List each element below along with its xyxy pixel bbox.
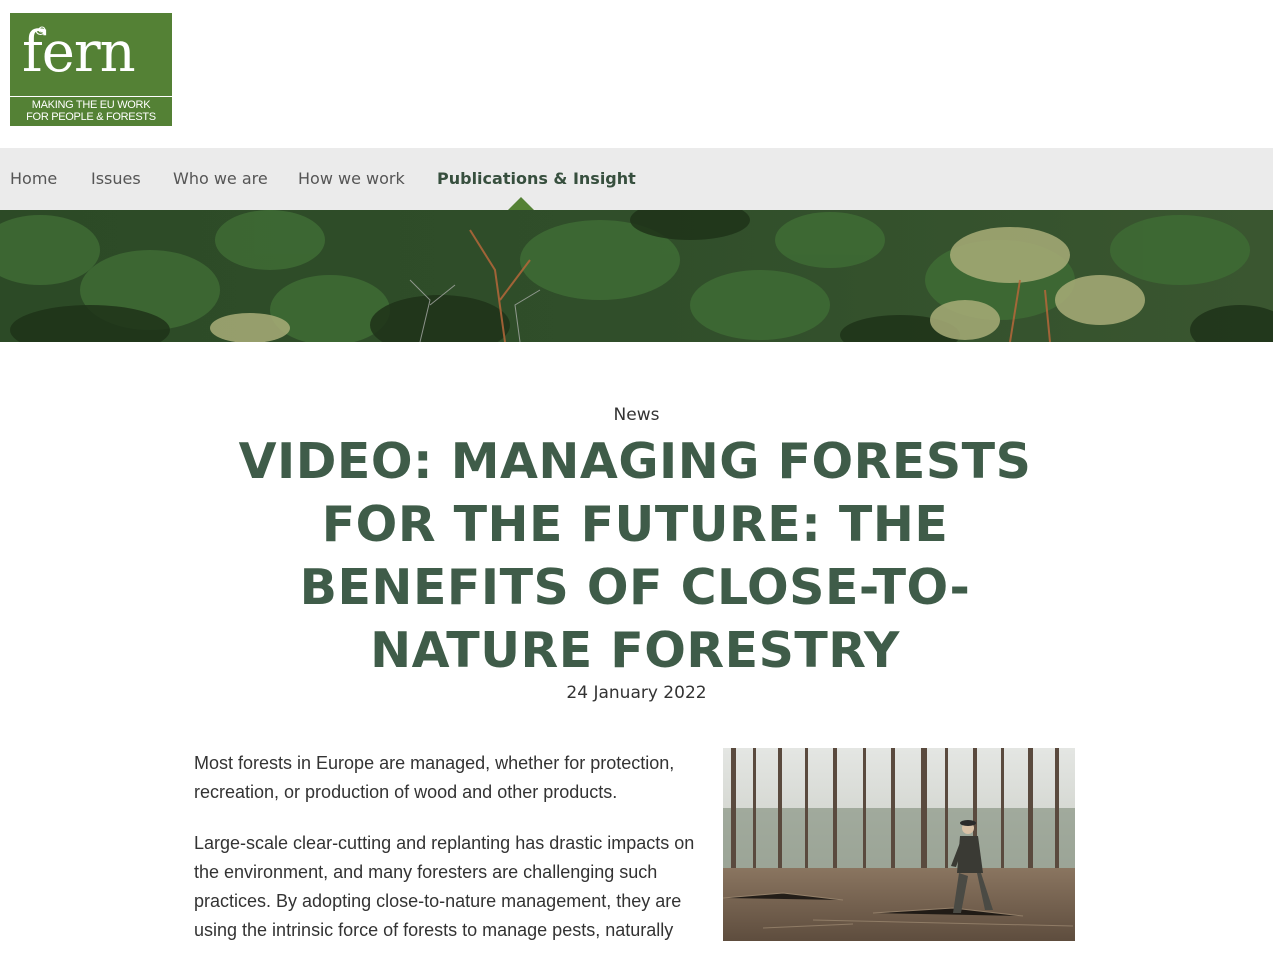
nav-item-publications-insight[interactable]: Publications & Insight xyxy=(437,148,636,210)
logo-tagline: MAKING THE EU WORK FOR PEOPLE & FORESTS xyxy=(10,99,172,123)
article-paragraph: Large-scale clear-cutting and replanting… xyxy=(194,833,695,940)
nav-item-who-we-are[interactable]: Who we are xyxy=(173,148,268,210)
article-paragraph: Most forests in Europe are managed, whet… xyxy=(194,753,675,802)
site-header: fern MAKING THE EU WORK FOR PEOPLE & FOR… xyxy=(0,0,1273,148)
nav-item-home[interactable]: Home xyxy=(10,148,57,210)
fern-logo[interactable]: fern MAKING THE EU WORK FOR PEOPLE & FOR… xyxy=(10,13,172,126)
nav-item-how-we-work[interactable]: How we work xyxy=(298,148,405,210)
logo-wordmark: fern xyxy=(22,20,136,85)
logo-tagline-line1: MAKING THE EU WORK xyxy=(31,99,151,111)
forest-banner-image xyxy=(0,210,1273,342)
forest-canopy-illustration xyxy=(0,210,1273,342)
active-nav-indicator xyxy=(508,197,534,210)
article-title: VIDEO: MANAGING FORESTS FOR THE FUTURE: … xyxy=(238,433,1032,679)
logo-tagline-line2: FOR PEOPLE & FORESTS xyxy=(26,111,156,123)
forester-in-forest-illustration xyxy=(723,748,1075,941)
article-date: 24 January 2022 xyxy=(566,683,707,703)
nav-item-issues[interactable]: Issues xyxy=(91,148,141,210)
logo-divider xyxy=(10,96,172,97)
main-nav: Home Issues Who we are How we work Publi… xyxy=(0,148,1273,210)
video-thumbnail-image[interactable] xyxy=(723,748,1075,941)
article-body: Most forests in Europe are managed, whet… xyxy=(194,749,706,967)
article-category[interactable]: News xyxy=(0,404,1273,426)
